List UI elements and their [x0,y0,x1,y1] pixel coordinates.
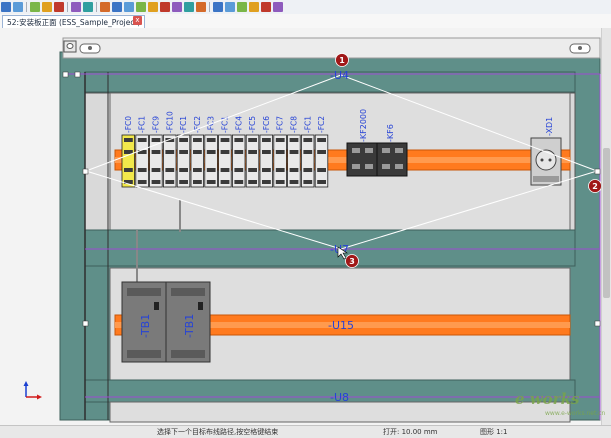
tab-bar: 52:安装板正面 (ESS_Sample_Project) x [0,14,611,29]
label-tb1-a: -TB1 [139,314,152,338]
scrollbar-thumb[interactable] [603,148,610,298]
box-icon[interactable] [112,2,122,12]
status-open-size: 打开: 10.00 mm [383,428,438,436]
fuse-block [204,134,218,188]
fuse-label: -FC2 [317,116,326,133]
fuse-label: -FC0 [124,116,133,133]
fuse-label: -FC5 [248,116,257,133]
panel-drawing[interactable]: -FC0 -FC1 -FC9 -FC10 -FC1 -FC2 -FC3 -FC1 -FC4 -FC… [0,28,611,425]
report-alt-icon[interactable] [13,2,23,12]
fuse-label: -FC8 [290,116,299,133]
fuse-block [273,134,287,188]
label-tb1-b: -TB1 [183,314,196,338]
undo-icon[interactable] [30,2,40,12]
status-prompt: 选择下一个目标布线路径,按空格键结束 [157,428,279,436]
mount-icon[interactable] [249,2,259,12]
align-icon[interactable] [213,2,223,12]
tab-title: 52:安装板正面 (ESS_Sample_Project) [7,17,141,27]
fuse-block [231,134,246,188]
svg-text:3: 3 [349,257,355,266]
fuse-block [121,134,136,188]
fuse-block [218,134,232,188]
fuse-label: -FC1 [303,116,312,133]
graph-icon[interactable] [71,2,81,12]
label-u8: -U8 [330,391,349,404]
wire-icon[interactable] [148,2,158,12]
list-icon[interactable] [184,2,194,12]
component-icon[interactable] [124,2,134,12]
label-u4: -U4 [330,69,349,82]
fuse-label: -FC7 [276,116,285,133]
svg-text:2: 2 [592,182,598,191]
fuse-block [245,134,260,188]
fuse-label: -FC9 [152,116,161,133]
settings-icon[interactable] [273,2,283,12]
fuse-block [190,134,205,188]
relay-kf6 [376,142,408,177]
macro-icon[interactable] [83,2,93,12]
fuse-block [300,134,315,188]
fuse-block [287,134,301,188]
label-kf6: -KF6 [386,124,395,142]
fuse-block [259,134,274,188]
duct-icon[interactable] [160,2,170,12]
cable-icon[interactable] [172,2,182,12]
watermark-site: www.e-works.net.cn [545,410,606,417]
socket-xd1 [530,137,562,186]
fuse-block [162,134,177,188]
status-scale: 图形 1:1 [480,428,508,436]
tab-mounting-panel-front[interactable]: 52:安装板正面 (ESS_Sample_Project) [2,15,146,28]
fuse-label: -FC1 [138,116,147,133]
toolbar-separator [96,2,97,12]
step-marker-3: 3 [345,254,359,268]
palette-icon[interactable] [237,2,247,12]
terminal-icon[interactable] [136,2,146,12]
step-marker-1: 1 [335,53,349,67]
vertical-scrollbar[interactable] [601,28,611,425]
fuse-label: -FC6 [262,116,271,133]
status-bar: 选择下一个目标布线路径,按空格键结束 打开: 10.00 mm 图形 1:1 [0,425,611,438]
fuse-label: -FC4 [234,116,243,133]
label-kf2000: -KF2000 [359,109,368,142]
watermark-logo: e works [515,390,580,408]
fuse-block [176,134,191,188]
fuse-label: -FC10 [165,111,174,133]
fuse-label: -FC1 [179,116,188,133]
undo-arrow-icon[interactable] [54,2,64,12]
ruler-icon[interactable] [261,2,271,12]
fuse-row: -FC0 -FC1 -FC9 -FC10 -FC1 -FC2 -FC3 -FC1 -FC4 -FC… [121,111,329,188]
svg-text:1: 1 [339,56,345,65]
grid-icon[interactable] [225,2,235,12]
relay-kf2000 [346,142,378,177]
fuse-block [314,134,329,188]
label-u15: -U15 [328,319,354,332]
fuse-block [135,134,149,188]
main-toolbar [0,0,611,15]
step-marker-2: 2 [588,179,602,193]
redo-icon[interactable] [42,2,52,12]
toolbar-separator [209,2,210,12]
drawing-canvas[interactable]: -FC0 -FC1 -FC9 -FC10 -FC1 -FC2 -FC3 -FC1 -FC4 -FC… [0,28,611,425]
close-icon[interactable]: x [133,16,142,25]
label-xd1: -XD1 [545,117,554,136]
report-icon[interactable] [1,2,11,12]
rail-icon[interactable] [196,2,206,12]
placement-icon[interactable] [100,2,110,12]
toolbar-separator [26,2,27,12]
toolbar-separator [67,2,68,12]
